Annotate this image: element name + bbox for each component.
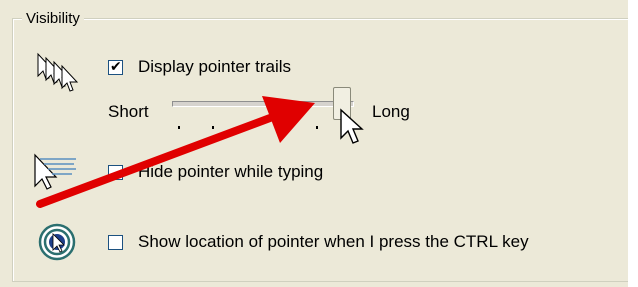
red-arrow-annotation bbox=[36, 96, 315, 208]
